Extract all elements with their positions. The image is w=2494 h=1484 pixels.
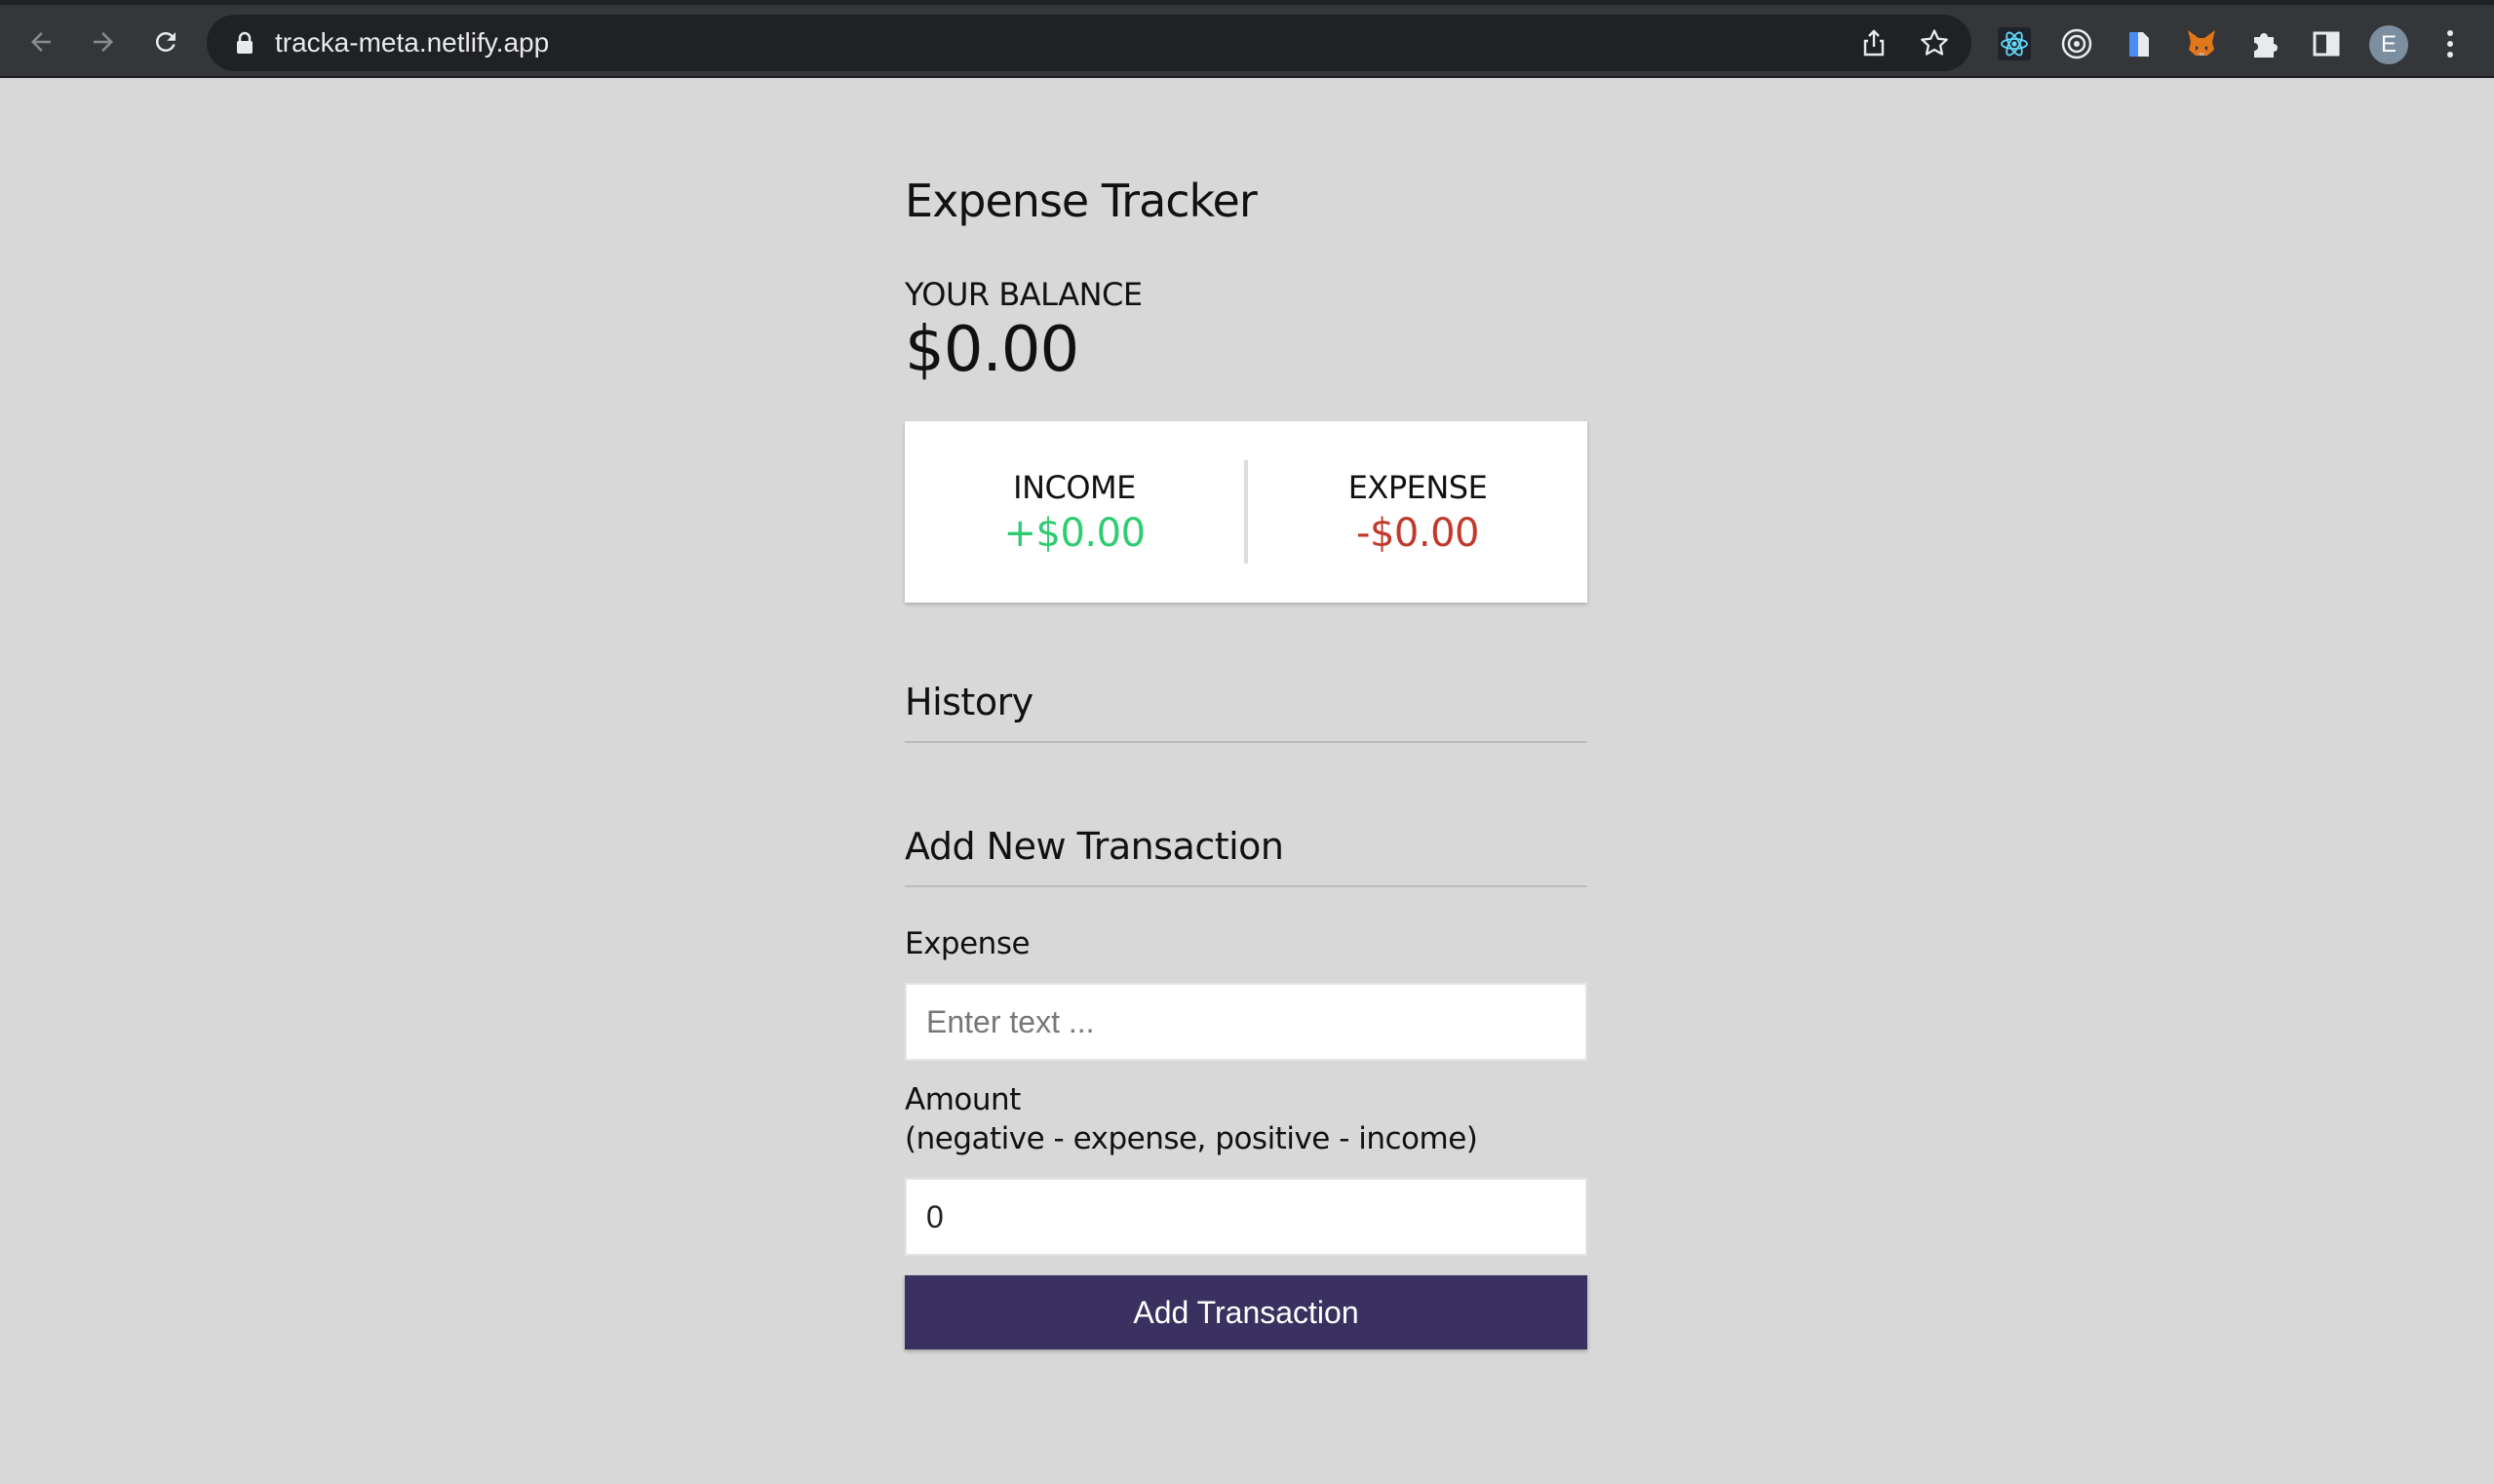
expense-column: EXPENSE -$0.00 [1248, 466, 1587, 558]
share-icon[interactable] [1858, 27, 1890, 59]
target-extension-icon[interactable] [2059, 26, 2094, 61]
forward-button[interactable] [82, 20, 125, 63]
text-input[interactable] [905, 983, 1587, 1061]
expense-tracker-app: Expense Tracker YOUR BALANCE $0.00 INCOM… [905, 166, 1587, 1349]
profile-avatar[interactable]: E [2369, 25, 2408, 64]
address-bar[interactable]: tracka-meta.netlify.app [207, 15, 1971, 71]
toolbar-divider [0, 76, 2494, 78]
history-heading: History [905, 675, 1587, 743]
back-button[interactable] [19, 20, 62, 63]
expense-value: -$0.00 [1356, 511, 1479, 556]
balance-value: $0.00 [905, 314, 1079, 386]
income-column: INCOME +$0.00 [905, 466, 1244, 558]
add-transaction-heading: Add New Transaction [905, 819, 1587, 887]
page-title: Expense Tracker [905, 175, 1258, 227]
forward-arrow-icon [94, 32, 113, 52]
balance-label: YOUR BALANCE [905, 276, 1143, 313]
browser-toolbar: tracka-meta.netlify.app E [0, 0, 2494, 76]
reload-icon [155, 31, 175, 52]
add-transaction-button[interactable]: Add Transaction [905, 1275, 1587, 1349]
puzzle-extensions-icon[interactable] [2246, 26, 2281, 61]
lock-icon [237, 31, 253, 54]
amount-label: Amount [905, 1082, 1021, 1117]
bookmark-extension-icon[interactable] [2122, 26, 2157, 61]
back-arrow-icon [31, 32, 51, 52]
url-text: tracka-meta.netlify.app [275, 27, 550, 58]
income-value: +$0.00 [1003, 511, 1146, 556]
amount-field-label: Amount (negative - expense, positive - i… [905, 1080, 1587, 1158]
text-field-label: Expense [905, 926, 1031, 961]
side-panel-icon[interactable] [2309, 26, 2344, 61]
expense-label: EXPENSE [1347, 469, 1488, 506]
metamask-fox-icon[interactable] [2184, 26, 2219, 61]
reload-button[interactable] [144, 20, 187, 63]
react-devtools-icon[interactable] [1997, 26, 2032, 61]
amount-input[interactable] [905, 1178, 1587, 1256]
star-icon[interactable] [1919, 27, 1950, 59]
more-menu-icon[interactable] [2436, 26, 2465, 61]
income-label: INCOME [1013, 469, 1136, 506]
amount-hint: (negative - expense, positive - income) [905, 1121, 1478, 1156]
income-expense-card: INCOME +$0.00 EXPENSE -$0.00 [905, 421, 1587, 603]
